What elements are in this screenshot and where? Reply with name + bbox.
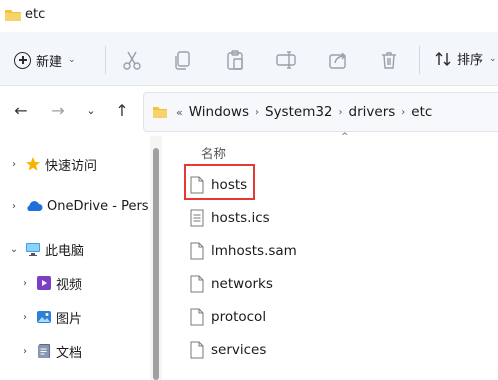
chevron-right-icon[interactable]: › xyxy=(20,278,30,289)
file-icon xyxy=(190,242,204,260)
sidebar-item-videos[interactable]: › 视频 xyxy=(0,267,150,299)
sidebar-scrollbar-thumb[interactable] xyxy=(153,148,159,380)
file-icon xyxy=(190,341,204,359)
up-arrow-icon[interactable]: ↑ xyxy=(111,99,133,121)
sidebar-item-label: 视频 xyxy=(56,277,83,293)
command-bar: 新建 ⌄ 排序 ⌄ xyxy=(0,32,498,86)
navigation-pane: › 快速访问 › OneDrive - Pers ⌄ 此电脑 › 视频 › 图片… xyxy=(0,136,150,380)
recent-locations-chevron-icon[interactable]: ⌄ xyxy=(80,99,102,121)
breadcrumb-windows[interactable]: Windows xyxy=(189,104,249,120)
chevron-down-icon: ⌄ xyxy=(68,55,76,65)
file-row-hosts-ics[interactable]: hosts.ics xyxy=(190,202,270,234)
sidebar-item-label: 文档 xyxy=(56,345,83,361)
breadcrumb-system32[interactable]: System32 xyxy=(265,104,333,120)
cloud-icon xyxy=(27,201,43,211)
file-icon xyxy=(190,275,204,293)
sidebar-item-onedrive[interactable]: › OneDrive - Pers xyxy=(0,190,150,222)
plus-icon xyxy=(14,51,31,69)
file-name: lmhosts.sam xyxy=(211,243,297,259)
folder-icon xyxy=(5,10,21,21)
new-button[interactable]: 新建 ⌄ xyxy=(14,47,76,73)
sidebar-item-quick-access[interactable]: › 快速访问 xyxy=(0,148,150,180)
toolbar-divider xyxy=(105,46,106,74)
file-name: networks xyxy=(211,276,273,292)
sort-ascending-caret-icon: ^ xyxy=(341,132,349,142)
breadcrumb-etc[interactable]: etc xyxy=(411,104,432,120)
pictures-icon xyxy=(37,311,51,323)
breadcrumb: « Windows › System32 › drivers › etc xyxy=(176,104,432,120)
copy-icon[interactable] xyxy=(172,49,194,71)
chevron-right-icon[interactable]: › xyxy=(20,346,30,357)
documents-icon xyxy=(38,344,50,358)
new-button-label: 新建 xyxy=(36,54,63,70)
video-icon xyxy=(37,276,51,290)
navigation-bar: ← → ⌄ ↑ « Windows › System32 › drivers ›… xyxy=(0,86,498,136)
chevron-right-icon[interactable]: › xyxy=(9,201,19,212)
file-name: services xyxy=(211,342,267,358)
breadcrumb-overflow[interactable]: « xyxy=(176,106,183,119)
forward-arrow-icon[interactable]: → xyxy=(47,99,69,121)
title-bar: etc xyxy=(0,0,498,32)
chevron-right-icon[interactable]: › xyxy=(20,312,30,323)
chevron-right-icon[interactable]: › xyxy=(255,107,259,118)
cut-icon[interactable] xyxy=(121,49,143,71)
toolbar-divider xyxy=(419,46,420,74)
chevron-right-icon[interactable]: › xyxy=(401,107,405,118)
sort-button[interactable]: 排序 ⌄ xyxy=(434,49,497,68)
sidebar-item-label: 此电脑 xyxy=(45,243,85,259)
sidebar-item-pictures[interactable]: › 图片 xyxy=(0,301,150,333)
breadcrumb-drivers[interactable]: drivers xyxy=(349,104,396,120)
sort-icon xyxy=(435,51,451,66)
file-row-lmhosts-sam[interactable]: lmhosts.sam xyxy=(190,235,297,267)
chevron-down-icon: ⌄ xyxy=(489,53,497,64)
paste-icon[interactable] xyxy=(224,49,246,71)
folder-icon xyxy=(153,107,167,118)
file-icon xyxy=(190,209,204,227)
file-row-services[interactable]: services xyxy=(190,334,266,366)
file-name: protocol xyxy=(211,309,267,325)
sidebar-item-label: 图片 xyxy=(56,311,83,327)
file-row-protocol[interactable]: protocol xyxy=(190,301,266,333)
file-icon xyxy=(190,308,204,326)
file-row-networks[interactable]: networks xyxy=(190,268,273,300)
share-icon[interactable] xyxy=(327,49,349,71)
file-name: hosts.ics xyxy=(211,210,270,226)
sidebar-item-this-pc[interactable]: ⌄ 此电脑 xyxy=(0,233,150,265)
delete-icon[interactable] xyxy=(378,49,400,71)
computer-icon xyxy=(26,243,40,256)
back-arrow-icon[interactable]: ← xyxy=(10,99,32,121)
chevron-right-icon[interactable]: › xyxy=(339,107,343,118)
sidebar-item-label: OneDrive - Pers xyxy=(47,198,149,214)
address-bar[interactable]: « Windows › System32 › drivers › etc xyxy=(143,92,498,132)
rename-icon[interactable] xyxy=(275,49,297,71)
annotation-highlight-box xyxy=(184,164,255,200)
column-header-name[interactable]: 名称 xyxy=(201,143,226,162)
window-title: etc xyxy=(25,7,46,22)
chevron-down-icon[interactable]: ⌄ xyxy=(9,244,19,255)
sidebar-item-label: 快速访问 xyxy=(45,158,98,174)
sort-button-label: 排序 xyxy=(457,53,484,68)
sidebar-item-documents[interactable]: › 文档 xyxy=(0,335,150,367)
chevron-right-icon[interactable]: › xyxy=(9,159,19,170)
star-icon xyxy=(26,157,40,171)
